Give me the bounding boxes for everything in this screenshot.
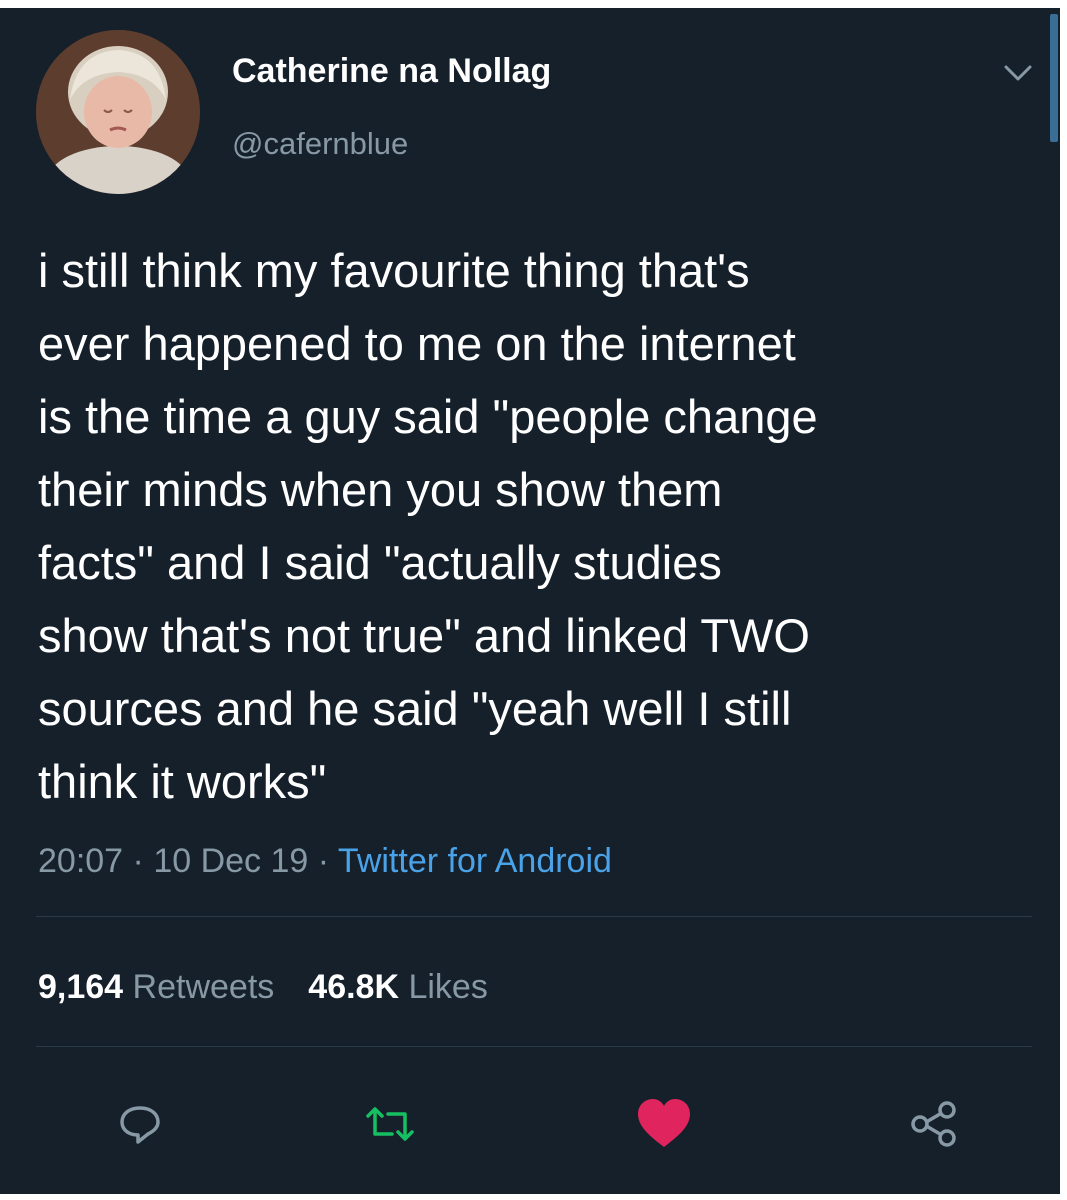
share-icon: [911, 1101, 956, 1147]
meta-separator: ·: [308, 842, 338, 880]
heart-icon: [638, 1099, 690, 1147]
retweets-stat[interactable]: 9,164 Retweets: [38, 968, 274, 1006]
tweet-text: i still think my favourite thing that's e…: [38, 234, 1028, 818]
avatar-image: [36, 30, 200, 194]
tweet-line: think it works": [38, 755, 327, 808]
share-button[interactable]: [902, 1092, 966, 1156]
tweet-card: Catherine na Nollag @cafernblue i still …: [0, 8, 1060, 1194]
tweet-line: sources and he said "yeah well I still: [38, 682, 792, 735]
likes-count: 46.8K: [308, 968, 400, 1006]
likes-stat[interactable]: 46.8K Likes: [308, 968, 488, 1006]
scrollbar[interactable]: [1050, 14, 1058, 142]
retweets-label: Retweets: [132, 968, 275, 1006]
tweet-time[interactable]: 20:07: [38, 842, 123, 880]
meta-separator: ·: [123, 842, 154, 880]
tweet-line: show that's not true" and linked TWO: [38, 609, 810, 662]
avatar[interactable]: [36, 30, 200, 194]
reply-button[interactable]: [108, 1092, 172, 1156]
tweet-line: ever happened to me on the internet: [38, 317, 796, 370]
tweet-line: their minds when you show them: [38, 463, 723, 516]
tweet-line: facts" and I said "actually studies: [38, 536, 722, 589]
retweets-count: 9,164: [38, 968, 124, 1006]
tweet-line: is the time a guy said "people change: [38, 390, 818, 443]
tweet-source-link[interactable]: Twitter for Android: [338, 842, 612, 880]
reply-icon: [120, 1106, 160, 1144]
tweet-stats: 9,164 Retweets 46.8K Likes: [38, 968, 488, 1007]
chevron-down-icon[interactable]: [1000, 60, 1036, 86]
likes-label: Likes: [408, 968, 488, 1006]
tweet-date[interactable]: 10 Dec 19: [153, 842, 308, 880]
retweet-icon: [366, 1107, 414, 1141]
retweet-button[interactable]: [358, 1092, 422, 1156]
display-name[interactable]: Catherine na Nollag: [232, 52, 551, 91]
divider: [36, 1046, 1032, 1047]
tweet-line: i still think my favourite thing that's: [38, 244, 750, 297]
like-button[interactable]: [632, 1092, 696, 1156]
tweet-meta: 20:07 · 10 Dec 19 · Twitter for Android: [38, 842, 612, 881]
user-handle[interactable]: @cafernblue: [232, 126, 408, 162]
divider: [36, 916, 1032, 917]
